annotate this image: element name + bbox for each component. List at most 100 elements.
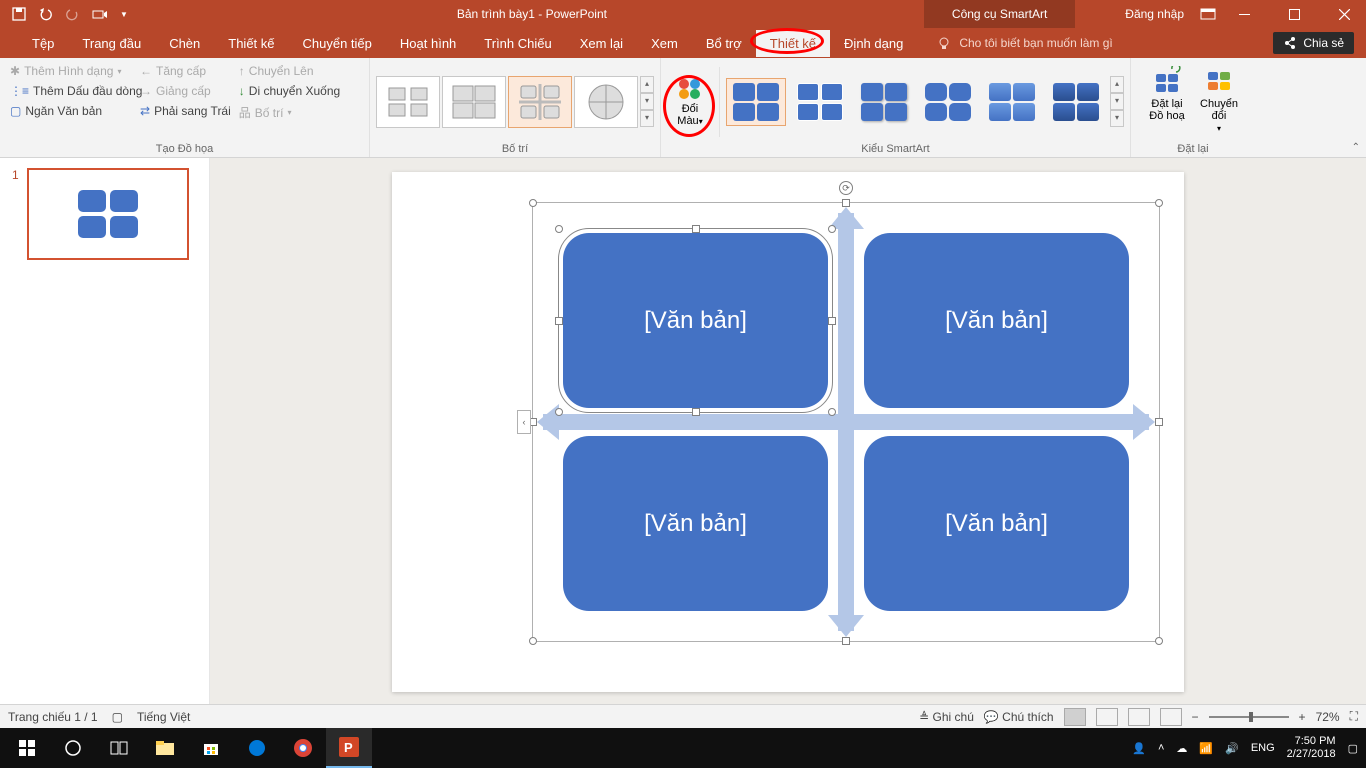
move-up-button[interactable]: ↑ Chuyển Lên bbox=[235, 62, 363, 80]
add-bullet-button[interactable]: ⋮≡ Thêm Dấu đầu dòng bbox=[6, 82, 136, 100]
tab-animations[interactable]: Hoạt hình bbox=[386, 30, 470, 57]
demote-button[interactable]: → Giảng cấp bbox=[136, 82, 235, 100]
layout-option-4[interactable] bbox=[574, 76, 638, 128]
text-pane-button[interactable]: ▢ Ngăn Văn bản bbox=[6, 102, 136, 120]
maximize-button[interactable] bbox=[1272, 0, 1316, 28]
store-icon[interactable] bbox=[188, 728, 234, 768]
shape-handle[interactable] bbox=[828, 225, 836, 233]
zoom-slider[interactable] bbox=[1209, 716, 1289, 718]
tab-design[interactable]: Thiết kế bbox=[214, 30, 288, 57]
layout-button[interactable]: 品 Bố trí ▾ bbox=[235, 102, 363, 123]
save-icon[interactable] bbox=[12, 7, 26, 21]
tray-expand-icon[interactable]: ˄ bbox=[1158, 742, 1164, 754]
resize-handle-n[interactable] bbox=[842, 199, 850, 207]
language-indicator[interactable]: Tiếng Việt bbox=[137, 710, 190, 724]
style-option-3[interactable] bbox=[854, 78, 914, 126]
shape-handle[interactable] bbox=[555, 317, 563, 325]
resize-handle-se[interactable] bbox=[1155, 637, 1163, 645]
redo-icon[interactable] bbox=[66, 7, 80, 21]
shape-handle[interactable] bbox=[692, 408, 700, 416]
change-colors-button[interactable]: ĐổiMàu▾ bbox=[667, 77, 713, 127]
zoom-out-button[interactable]: − bbox=[1192, 710, 1199, 724]
shape-handle[interactable] bbox=[828, 408, 836, 416]
wifi-icon[interactable]: 📶 bbox=[1199, 742, 1213, 755]
style-option-2[interactable] bbox=[790, 78, 850, 126]
zoom-level[interactable]: 72% bbox=[1316, 710, 1340, 724]
comments-button[interactable]: 💬 Chú thích bbox=[984, 710, 1054, 724]
layout-option-3[interactable] bbox=[508, 76, 572, 128]
smartart-shape-2[interactable]: [Văn bản] bbox=[864, 233, 1129, 408]
spell-check-icon[interactable]: ▢ bbox=[112, 710, 123, 724]
minimize-button[interactable] bbox=[1222, 0, 1266, 28]
resize-handle-nw[interactable] bbox=[529, 199, 537, 207]
tab-home[interactable]: Trang đầu bbox=[68, 30, 155, 57]
reset-graphic-button[interactable]: Đặt lại Đồ hoạ bbox=[1145, 66, 1189, 137]
close-button[interactable] bbox=[1322, 0, 1366, 28]
smartart-selection-frame[interactable]: ⟳ ‹ [Văn bản] bbox=[532, 202, 1160, 642]
slide-thumbnail-1[interactable] bbox=[27, 168, 189, 260]
resize-handle-sw[interactable] bbox=[529, 637, 537, 645]
style-option-6[interactable] bbox=[1046, 78, 1106, 126]
task-view-button[interactable] bbox=[96, 728, 142, 768]
share-button[interactable]: Chia sẻ bbox=[1273, 32, 1354, 54]
clock[interactable]: 7:50 PM 2/27/2018 bbox=[1287, 735, 1336, 761]
notes-button[interactable]: ≜ Ghi chú bbox=[919, 710, 974, 724]
edge-icon[interactable] bbox=[234, 728, 280, 768]
smartart-shape-4[interactable]: [Văn bản] bbox=[864, 436, 1129, 611]
tab-smartart-design[interactable]: Thiết kế bbox=[756, 30, 830, 57]
slide[interactable]: ⟳ ‹ [Văn bản] bbox=[392, 172, 1184, 692]
ribbon-display-icon[interactable] bbox=[1200, 8, 1216, 20]
people-icon[interactable]: 👤 bbox=[1132, 742, 1146, 755]
onedrive-icon[interactable]: ☁ bbox=[1176, 742, 1187, 755]
shape-handle[interactable] bbox=[828, 317, 836, 325]
promote-button[interactable]: ← Tăng cấp bbox=[136, 62, 235, 80]
layout-option-1[interactable] bbox=[376, 76, 440, 128]
slide-sorter-view-button[interactable] bbox=[1096, 708, 1118, 726]
tell-me-box[interactable]: Cho tôi biết bạn muốn làm gì bbox=[917, 36, 1112, 50]
shape-handle[interactable] bbox=[692, 225, 700, 233]
layout-option-2[interactable] bbox=[442, 76, 506, 128]
tab-addins[interactable]: Bổ trợ bbox=[692, 30, 756, 57]
style-option-5[interactable] bbox=[982, 78, 1042, 126]
collapse-ribbon-button[interactable]: ⌃ bbox=[1352, 142, 1360, 153]
slide-counter[interactable]: Trang chiếu 1 / 1 bbox=[8, 710, 98, 724]
start-button[interactable] bbox=[4, 728, 50, 768]
smartart-shape-3[interactable]: [Văn bản] bbox=[563, 436, 828, 611]
tab-file[interactable]: Tệp bbox=[18, 30, 68, 57]
cortana-button[interactable] bbox=[50, 728, 96, 768]
tab-smartart-format[interactable]: Định dạng bbox=[830, 30, 917, 57]
sign-in-link[interactable]: Đăng nhập bbox=[1115, 7, 1194, 21]
slideshow-view-button[interactable] bbox=[1160, 708, 1182, 726]
tab-review[interactable]: Xem lại bbox=[566, 30, 637, 57]
input-language[interactable]: ENG bbox=[1251, 742, 1275, 754]
resize-handle-s[interactable] bbox=[842, 637, 850, 645]
start-from-beginning-icon[interactable] bbox=[92, 7, 108, 21]
tab-transitions[interactable]: Chuyển tiếp bbox=[289, 30, 386, 57]
resize-handle-ne[interactable] bbox=[1155, 199, 1163, 207]
volume-icon[interactable]: 🔊 bbox=[1225, 742, 1239, 755]
smartart-shape-1[interactable]: [Văn bản] bbox=[563, 233, 828, 408]
qat-dropdown-icon[interactable]: ▼ bbox=[120, 10, 128, 19]
move-down-button[interactable]: ↓ Di chuyển Xuống bbox=[235, 82, 363, 100]
resize-handle-e[interactable] bbox=[1155, 418, 1163, 426]
zoom-in-button[interactable]: + bbox=[1299, 710, 1306, 724]
tab-view[interactable]: Xem bbox=[637, 30, 692, 57]
right-to-left-button[interactable]: ⇄ Phải sang Trái bbox=[136, 102, 235, 120]
shape-handle[interactable] bbox=[555, 225, 563, 233]
fit-to-window-button[interactable]: ⛶ bbox=[1350, 709, 1358, 724]
rotate-handle[interactable]: ⟳ bbox=[839, 181, 853, 195]
file-explorer-icon[interactable] bbox=[142, 728, 188, 768]
action-center-icon[interactable]: ▢ bbox=[1348, 742, 1358, 755]
layouts-nav[interactable]: ▴▾▾ bbox=[640, 76, 654, 127]
shape-handle[interactable] bbox=[555, 408, 563, 416]
styles-nav[interactable]: ▴▾▾ bbox=[1110, 76, 1124, 127]
undo-icon[interactable] bbox=[38, 7, 54, 21]
style-option-1[interactable] bbox=[726, 78, 786, 126]
add-shape-button[interactable]: ✱ Thêm Hình dạng ▾ bbox=[6, 62, 136, 80]
style-option-4[interactable] bbox=[918, 78, 978, 126]
powerpoint-icon[interactable]: P bbox=[326, 728, 372, 768]
convert-button[interactable]: Chuyển đổi▾ bbox=[1197, 66, 1241, 137]
tab-insert[interactable]: Chèn bbox=[155, 30, 214, 57]
tab-slideshow[interactable]: Trình Chiếu bbox=[470, 30, 565, 57]
text-pane-expand-button[interactable]: ‹ bbox=[517, 410, 531, 434]
